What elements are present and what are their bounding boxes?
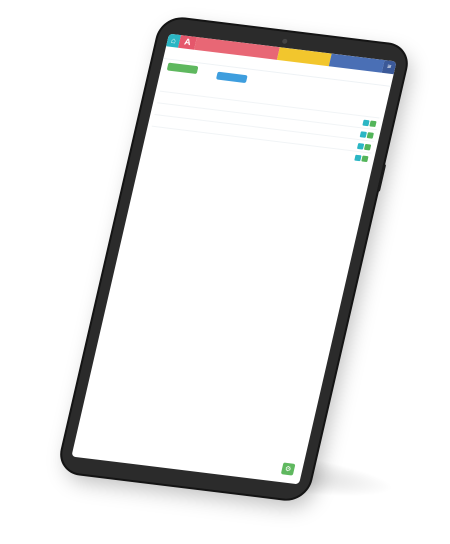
tab-4[interactable] <box>333 73 388 80</box>
camera-icon <box>281 38 288 45</box>
row-number <box>159 97 167 98</box>
tablet-device: ⌂ A ≡ ⚙ <box>57 16 411 502</box>
view-icon[interactable] <box>369 119 377 127</box>
row-cell <box>267 146 318 152</box>
add-button[interactable] <box>166 62 199 75</box>
menu-icon: ≡ <box>386 63 392 71</box>
tablet-screen: ⌂ A ≡ ⚙ <box>71 33 397 485</box>
side-button <box>376 164 387 192</box>
settings-button[interactable]: ⚙ <box>280 462 296 476</box>
home-icon: ⌂ <box>170 35 178 45</box>
tab-1[interactable] <box>169 53 224 60</box>
settings-icon: ⚙ <box>284 465 292 474</box>
filter-button[interactable] <box>215 71 248 84</box>
view-icon[interactable] <box>361 155 369 162</box>
row-cell <box>222 117 273 123</box>
row-cell <box>272 123 323 129</box>
row-actions <box>317 150 371 162</box>
row-number <box>156 109 164 110</box>
tab-2[interactable] <box>224 59 279 66</box>
row-cell <box>216 140 267 146</box>
stage: ⌂ A ≡ ⚙ <box>0 0 450 544</box>
view-icon[interactable] <box>364 143 372 150</box>
logo-icon: A <box>183 36 193 48</box>
tab-3[interactable] <box>279 66 334 73</box>
menu-button[interactable]: ≡ <box>381 60 397 75</box>
view-icon[interactable] <box>366 131 375 139</box>
row-cell <box>270 135 321 141</box>
row-number <box>153 120 161 121</box>
row-cell <box>275 111 326 117</box>
row-cell <box>224 105 275 111</box>
row-number <box>150 132 158 133</box>
row-cell <box>219 128 270 134</box>
